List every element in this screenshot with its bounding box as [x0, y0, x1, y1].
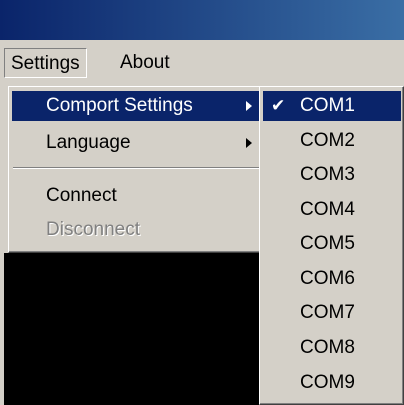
submenu-item-label: COM7 — [300, 302, 355, 323]
submenu-item-label: COM5 — [300, 233, 355, 254]
checkmark-icon: ✔ — [271, 96, 286, 116]
submenu-item-label: COM1 — [300, 95, 355, 116]
submenu-item-com5[interactable]: COM5 — [263, 229, 401, 259]
submenu-item-label: COM8 — [300, 337, 355, 358]
submenu-arrow-icon — [246, 138, 252, 148]
menu-item-label: Connect — [46, 185, 117, 206]
menu-item-label: Comport Settings — [46, 95, 193, 116]
submenu-item-com3[interactable]: COM3 — [263, 160, 401, 190]
window-title-bar[interactable] — [0, 0, 404, 40]
submenu-arrow-icon — [246, 101, 252, 111]
submenu-item-com2[interactable]: COM2 — [263, 126, 401, 156]
submenu-item-com6[interactable]: COM6 — [263, 264, 401, 294]
menu-separator — [13, 167, 259, 169]
submenu-item-label: COM4 — [300, 199, 355, 220]
submenu-item-com4[interactable]: COM4 — [263, 195, 401, 225]
menu-item-label: Disconnect — [46, 219, 140, 240]
menu-item-disconnect: Disconnect — [12, 215, 260, 245]
menu-about[interactable]: About — [114, 48, 176, 78]
menu-item-label: Language — [46, 132, 131, 153]
submenu-item-com8[interactable]: COM8 — [263, 333, 401, 363]
submenu-item-label: COM6 — [300, 268, 355, 289]
submenu-item-com7[interactable]: COM7 — [263, 298, 401, 328]
menu-item-comport-settings[interactable]: Comport Settings — [12, 91, 260, 121]
menu-settings[interactable]: Settings — [4, 48, 87, 78]
menu-item-language[interactable]: Language — [12, 128, 260, 158]
submenu-item-com9[interactable]: COM9 — [263, 368, 401, 398]
menubar: Settings About — [0, 40, 404, 86]
settings-dropdown-menu: Comport Settings Language Connect Discon… — [8, 86, 264, 253]
menu-item-connect[interactable]: Connect — [12, 181, 260, 211]
submenu-item-label: COM3 — [300, 164, 355, 185]
submenu-item-label: COM2 — [300, 130, 355, 151]
comport-submenu: ✔ COM1 COM2 COM3 COM4 COM5 COM6 COM7 COM… — [259, 86, 404, 405]
terminal-output-area — [4, 253, 266, 405]
submenu-item-com1[interactable]: ✔ COM1 — [263, 91, 401, 121]
submenu-item-label: COM9 — [300, 372, 355, 393]
